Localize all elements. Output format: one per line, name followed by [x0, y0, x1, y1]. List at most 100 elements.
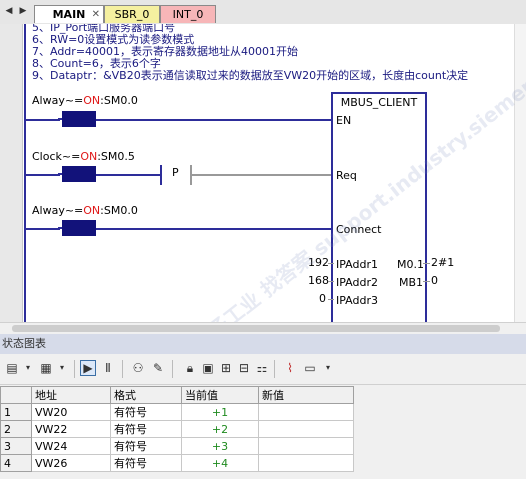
column-header-address[interactable]: 地址	[31, 386, 111, 404]
row-number: 3	[0, 437, 32, 455]
read-all-icon[interactable]: ⚏	[254, 360, 270, 376]
toolbar-separator	[274, 360, 275, 378]
pin-wire	[423, 281, 430, 282]
cell-format[interactable]: 有符号	[110, 420, 182, 438]
cell-new-value[interactable]	[258, 454, 354, 472]
force-all-icon[interactable]: ⊟	[236, 360, 252, 376]
m01-value: 2#1	[431, 256, 455, 269]
rung-wire	[192, 174, 331, 176]
cell-current-value: +4	[181, 454, 259, 472]
cell-new-value[interactable]	[258, 437, 354, 455]
trend-chart-icon[interactable]: ⌇	[282, 360, 298, 376]
ladder-editor[interactable]: 5、IP_Port端口服务器端口号 6、RW=0设置模式为读参数模式 7、Add…	[0, 24, 526, 322]
rung-wire	[26, 174, 60, 176]
pin-ipaddr3: IPAddr3	[336, 294, 378, 307]
p-coil-left-bar	[160, 165, 162, 185]
glasses-icon[interactable]: ⚇	[130, 360, 146, 376]
rung-wire	[26, 228, 60, 230]
p-contact-label: P	[172, 166, 179, 179]
pause-icon[interactable]: Ⅱ	[100, 360, 116, 376]
pin-wire	[328, 263, 334, 264]
toolbar-separator	[122, 360, 123, 378]
table-row[interactable]: 4 VW26 有符号 +4	[0, 454, 354, 472]
rung-comment-line: 9、Dataptr：&VB20表示通信读取过来的数据放至VW20开始的区域，长度…	[32, 69, 469, 82]
power-rail	[24, 24, 26, 322]
tab-main[interactable]: MAIN ✕	[34, 5, 104, 23]
rung-wire	[26, 119, 60, 121]
row-number: 4	[0, 454, 32, 472]
pin-ipaddr2: IPAddr2	[336, 276, 378, 289]
insert-icon[interactable]: ▦	[38, 360, 54, 376]
column-header-current[interactable]: 当前值	[181, 386, 259, 404]
chevron-down-icon[interactable]: ▾	[54, 360, 70, 376]
pin-en: EN	[336, 114, 352, 127]
block-title: MBUS_CLIENT	[340, 96, 418, 109]
table-row[interactable]: 2 VW22 有符号 +2	[0, 420, 354, 438]
ipaddr2-value: 168	[308, 274, 329, 287]
close-icon[interactable]: ✕	[92, 6, 100, 23]
add-icon[interactable]: ▤	[4, 360, 20, 376]
status-chart-table: 地址 格式 当前值 新值 1 VW20 有符号 +1 2 VW22 有符号 +2…	[0, 386, 354, 472]
row-number: 1	[0, 403, 32, 421]
tab-sbr0-label: SBR_0	[114, 8, 150, 21]
cell-current-value: +2	[181, 420, 259, 438]
unlock-icon[interactable]: ▣	[200, 360, 216, 376]
toolbar-separator	[74, 360, 75, 378]
pin-wire	[423, 263, 430, 264]
lock-icon[interactable]: 🔒︎	[182, 360, 198, 376]
contact-always-on[interactable]	[58, 111, 96, 127]
rung-wire	[96, 119, 331, 121]
cell-address[interactable]: VW26	[31, 454, 111, 472]
cell-current-value: +3	[181, 437, 259, 455]
pin-wire	[328, 299, 334, 300]
toolbar-separator	[172, 360, 173, 378]
contact-clock[interactable]	[58, 166, 96, 182]
rung-wire	[96, 174, 160, 176]
column-header-format[interactable]: 格式	[110, 386, 182, 404]
run-status-icon[interactable]: ▶	[80, 360, 96, 376]
tab-main-label: MAIN	[52, 8, 86, 21]
cell-format[interactable]: 有符号	[110, 437, 182, 455]
cell-new-value[interactable]	[258, 420, 354, 438]
contact-label-clock: Clock~=ON:SM0.5	[32, 150, 135, 163]
pin-out-m01: M0.1	[397, 258, 424, 271]
pin-out-mb1: MB1	[399, 276, 424, 289]
contact-label-always: Alway~=ON:SM0.0	[32, 94, 138, 107]
pencil-icon[interactable]: ✎	[150, 360, 166, 376]
pin-wire	[328, 281, 334, 282]
status-chart-title: 状态图表	[0, 334, 526, 354]
status-chart-toolbar: ▤ ▾ ▦ ▾ ▶ Ⅱ ⚇ ✎ 🔒︎ ▣ ⊞ ⊟ ⚏ ⌇ ▭ ▾	[0, 354, 526, 385]
rung-wire	[96, 228, 331, 230]
cell-current-value: +1	[181, 403, 259, 421]
tab-int0-label: INT_0	[172, 8, 204, 21]
table-row[interactable]: 3 VW24 有符号 +3	[0, 437, 354, 455]
tab-int0[interactable]: INT_0	[160, 5, 216, 23]
program-tab-bar: ◀ ▶ MAIN ✕ SBR_0 INT_0	[0, 0, 526, 25]
pin-req: Req	[336, 169, 357, 182]
tooltip-icon[interactable]: ▭	[302, 360, 318, 376]
contact-always-on[interactable]	[58, 220, 96, 236]
cell-address[interactable]: VW22	[31, 420, 111, 438]
scrollbar-thumb[interactable]	[12, 325, 500, 332]
chevron-down-icon[interactable]: ▾	[320, 360, 336, 376]
tab-scroll-left-icon[interactable]: ◀	[2, 5, 16, 17]
ipaddr3-value: 0	[319, 292, 326, 305]
tab-sbr0[interactable]: SBR_0	[104, 5, 160, 23]
mb1-value: 0	[431, 274, 438, 287]
tab-scroll-right-icon[interactable]: ▶	[16, 5, 30, 17]
cell-format[interactable]: 有符号	[110, 403, 182, 421]
row-number: 2	[0, 420, 32, 438]
cell-new-value[interactable]	[258, 403, 354, 421]
force-icon[interactable]: ⊞	[218, 360, 234, 376]
rung-number-rail	[0, 24, 23, 322]
cell-address[interactable]: VW24	[31, 437, 111, 455]
pin-ipaddr1: IPAddr1	[336, 258, 378, 271]
table-row[interactable]: 1 VW20 有符号 +1	[0, 403, 354, 421]
cell-format[interactable]: 有符号	[110, 454, 182, 472]
table-header-row: 地址 格式 当前值 新值	[0, 386, 354, 404]
chevron-down-icon[interactable]: ▾	[20, 360, 36, 376]
cell-address[interactable]: VW20	[31, 403, 111, 421]
table-corner	[0, 386, 32, 404]
column-header-new[interactable]: 新值	[258, 386, 354, 404]
contact-label-always: Alway~=ON:SM0.0	[32, 204, 138, 217]
